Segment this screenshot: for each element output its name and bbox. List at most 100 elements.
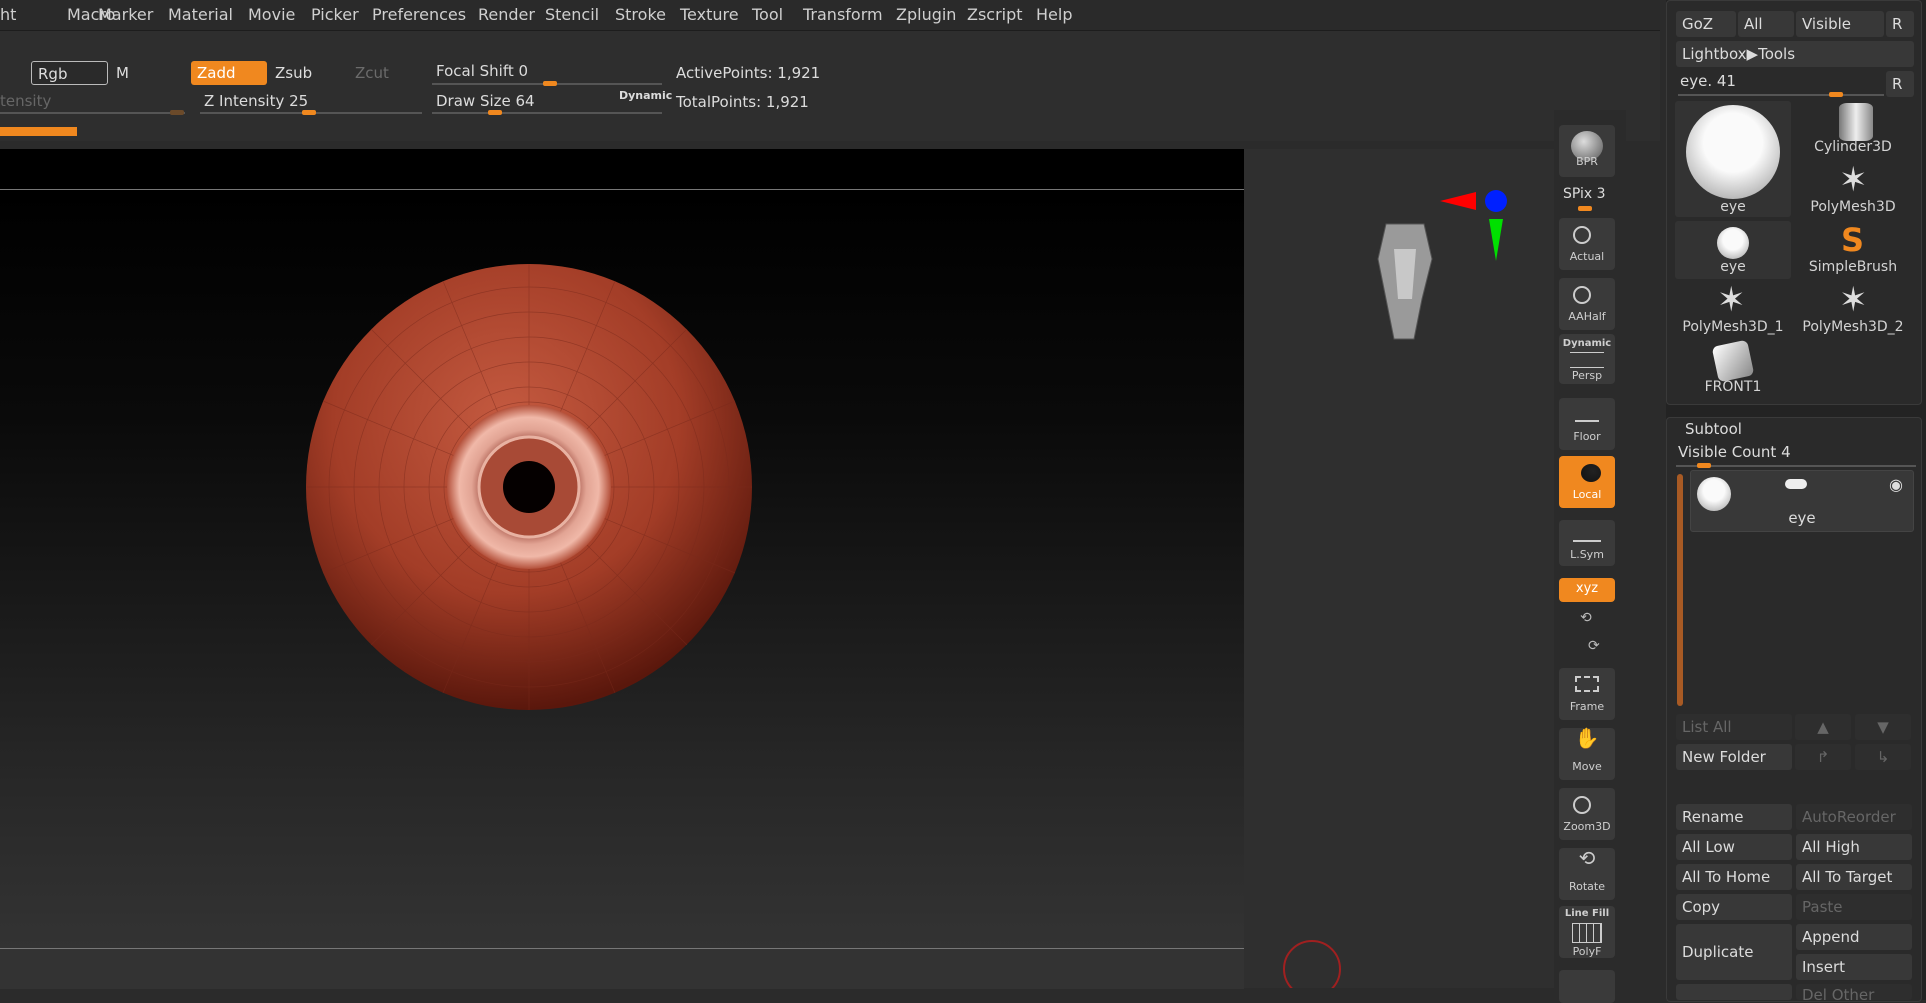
- rgb-button[interactable]: Rgb: [31, 61, 108, 85]
- zcut-button[interactable]: Zcut: [349, 61, 409, 85]
- new-folder-button[interactable]: New Folder: [1676, 744, 1792, 770]
- duplicate-button[interactable]: Duplicate: [1676, 924, 1792, 980]
- visible-button[interactable]: Visible: [1796, 11, 1884, 37]
- r-button[interactable]: R: [1886, 11, 1914, 37]
- rotate-button[interactable]: ⟲ Rotate: [1559, 848, 1615, 900]
- insert-button[interactable]: Insert: [1796, 954, 1912, 980]
- tool-tile-eye[interactable]: eye: [1675, 101, 1791, 217]
- tool-tile-front1[interactable]: FRONT1: [1675, 339, 1791, 399]
- spix-slider-knob[interactable]: [1578, 206, 1592, 211]
- lightbox-tools-button[interactable]: Lightbox▶Tools: [1676, 41, 1914, 67]
- lsym-label: L.Sym: [1570, 548, 1604, 561]
- all-high-button[interactable]: All High: [1796, 834, 1912, 860]
- menu-item-zscript[interactable]: Zscript: [967, 5, 1023, 24]
- tool-tile-cylinder3d[interactable]: Cylinder3D: [1795, 101, 1911, 159]
- eye-mesh[interactable]: [0, 190, 1244, 948]
- menu-item-picker[interactable]: Picker: [311, 5, 359, 24]
- menu-item-material[interactable]: Material: [168, 5, 233, 24]
- color-bar[interactable]: [0, 127, 77, 136]
- dynamic-label[interactable]: Dynamic: [619, 89, 672, 102]
- menu-item-render[interactable]: Render: [478, 5, 535, 24]
- tile-label: eye: [1720, 199, 1746, 215]
- local-button[interactable]: Local: [1559, 456, 1615, 508]
- aahalf-button[interactable]: AAHalf: [1559, 278, 1615, 330]
- arrow-up-right-icon[interactable]: ↱: [1795, 744, 1851, 770]
- visibility-toggle-icon[interactable]: [1785, 479, 1807, 489]
- visible-count-slider-track[interactable]: [1676, 465, 1916, 467]
- all-button[interactable]: All: [1738, 11, 1794, 37]
- all-low-button[interactable]: All Low: [1676, 834, 1792, 860]
- sphere-thumbnail-icon: [1686, 105, 1780, 199]
- menu-item-texture[interactable]: Texture: [680, 5, 739, 24]
- axis-gizmo-icon[interactable]: [1440, 190, 1507, 261]
- menu-item-zplugin[interactable]: Zplugin: [896, 5, 956, 24]
- all-to-home-button[interactable]: All To Home: [1676, 864, 1792, 890]
- tool-tile-simplebrush[interactable]: S SimpleBrush: [1795, 221, 1911, 279]
- menu-item-stroke[interactable]: Stroke: [615, 5, 666, 24]
- move-label: Move: [1572, 760, 1602, 773]
- subtool-item-eye[interactable]: ◉ eye: [1690, 470, 1914, 532]
- rename-button[interactable]: Rename: [1676, 804, 1792, 830]
- actual-button[interactable]: Actual: [1559, 218, 1615, 270]
- menu-item-tool[interactable]: Tool: [752, 5, 783, 24]
- zoom3d-button[interactable]: Zoom3D: [1559, 788, 1615, 840]
- auto-reorder-button[interactable]: AutoReorder: [1796, 804, 1912, 830]
- intensity-slider-knob[interactable]: [170, 110, 184, 115]
- transp-button[interactable]: [1559, 970, 1615, 1003]
- delete-button[interactable]: [1676, 984, 1792, 1000]
- m-button[interactable]: M: [110, 61, 150, 85]
- tool-slider-track[interactable]: [1678, 94, 1884, 96]
- visible-count-slider-knob[interactable]: [1697, 463, 1711, 468]
- zsub-button[interactable]: Zsub: [269, 61, 345, 85]
- list-all-button[interactable]: List All: [1676, 714, 1792, 740]
- local-label: Local: [1572, 488, 1602, 501]
- menu-item-preferences[interactable]: Preferences: [372, 5, 466, 24]
- goz-button[interactable]: GoZ: [1676, 11, 1736, 37]
- lsym-button[interactable]: L.Sym: [1559, 520, 1615, 566]
- subtool-scrollbar[interactable]: [1677, 474, 1683, 706]
- eye-icon[interactable]: ◉: [1889, 475, 1903, 494]
- tool-slider-knob[interactable]: [1829, 92, 1843, 97]
- rotate-z-icon[interactable]: ⟳: [1588, 638, 1600, 654]
- menu-item-marker[interactable]: Marker: [98, 5, 153, 24]
- star-icon: ✶: [1839, 160, 1868, 200]
- menu-item-transform[interactable]: Transform: [803, 5, 883, 24]
- tool-tile-eye-small[interactable]: eye: [1675, 221, 1791, 279]
- draw-size-slider-knob[interactable]: [488, 110, 502, 115]
- menu-item-movie[interactable]: Movie: [248, 5, 295, 24]
- focal-shift-slider-knob[interactable]: [543, 81, 557, 86]
- menu-item-stencil[interactable]: Stencil: [545, 5, 599, 24]
- all-to-target-button[interactable]: All To Target: [1796, 864, 1912, 890]
- copy-button[interactable]: Copy: [1676, 894, 1792, 920]
- intensity-slider-track[interactable]: [0, 112, 185, 114]
- subtool-title[interactable]: Subtool: [1685, 420, 1742, 438]
- bpr-button[interactable]: BPR: [1559, 125, 1615, 177]
- tool-tile-polymesh3d[interactable]: ✶ PolyMesh3D: [1795, 161, 1911, 219]
- move-button[interactable]: ✋ Move: [1559, 728, 1615, 780]
- tool-tile-polymesh3d-1[interactable]: ✶ PolyMesh3D_1: [1675, 281, 1791, 339]
- tile-label: eye: [1720, 259, 1746, 275]
- menu-item-help[interactable]: Help: [1036, 5, 1072, 24]
- document-canvas[interactable]: [0, 190, 1244, 948]
- persp-button[interactable]: Dynamic Persp: [1559, 334, 1615, 384]
- polyf-button[interactable]: Line Fill PolyF: [1559, 906, 1615, 958]
- move-down-icon[interactable]: ▼: [1855, 714, 1911, 740]
- append-button[interactable]: Append: [1796, 924, 1912, 950]
- draw-size-label: Draw Size 64: [436, 92, 535, 110]
- z-intensity-slider-knob[interactable]: [302, 110, 316, 115]
- del-other-button[interactable]: Del Other: [1796, 984, 1912, 1000]
- xyz-button[interactable]: xyz: [1559, 578, 1615, 602]
- draw-size-slider-track[interactable]: [432, 112, 662, 114]
- menu-item-ht[interactable]: ht: [0, 5, 16, 24]
- move-up-icon[interactable]: ▲: [1795, 714, 1851, 740]
- paste-button[interactable]: Paste: [1796, 894, 1912, 920]
- floor-button[interactable]: Floor: [1559, 398, 1615, 450]
- arrow-down-right-icon[interactable]: ↳: [1855, 744, 1911, 770]
- rotate-y-icon[interactable]: ⟲: [1580, 610, 1592, 626]
- frame-button[interactable]: Frame: [1559, 668, 1615, 720]
- tool-r-button[interactable]: R: [1886, 71, 1914, 97]
- tool-tile-polymesh3d-2[interactable]: ✶ PolyMesh3D_2: [1795, 281, 1911, 339]
- zadd-button[interactable]: Zadd: [191, 61, 267, 85]
- head-navigator-icon[interactable]: [1377, 223, 1433, 340]
- cylinder-icon: [1839, 103, 1873, 141]
